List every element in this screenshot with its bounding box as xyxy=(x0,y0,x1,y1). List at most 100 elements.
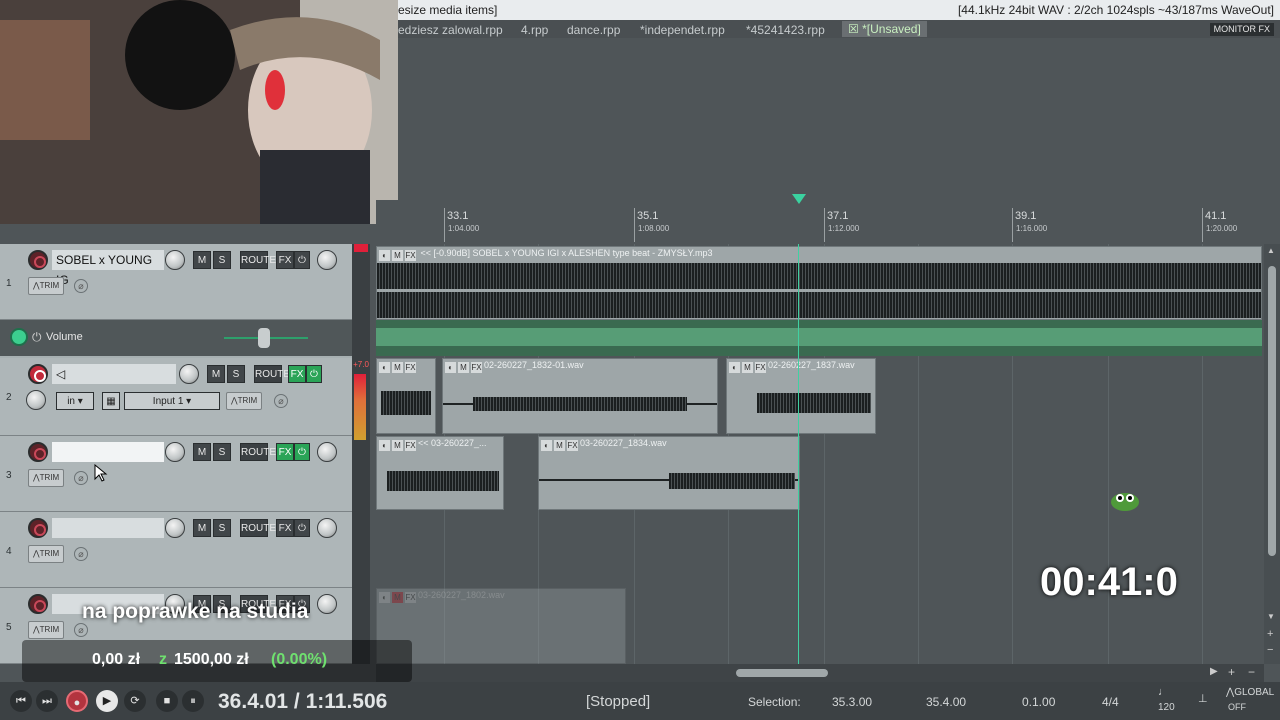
item-mute-icon[interactable]: M xyxy=(392,592,403,603)
solo-button[interactable]: S xyxy=(213,251,231,269)
volume-knob[interactable] xyxy=(165,518,185,538)
solo-button[interactable]: S xyxy=(213,519,231,537)
item-lock-icon[interactable]: ◐ xyxy=(729,362,740,373)
metronome-icon[interactable]: ♩ xyxy=(1158,686,1169,698)
vertical-scroll-thumb[interactable] xyxy=(1268,266,1276,556)
speaker-icon[interactable]: ◁ xyxy=(56,367,65,381)
track-name-field[interactable]: ◁ xyxy=(52,364,176,384)
phase-icon[interactable]: ⌀ xyxy=(74,471,88,485)
item-mute-icon[interactable]: M xyxy=(742,362,753,373)
automation-mode[interactable]: OFF xyxy=(1228,702,1246,712)
item-fx-icon[interactable]: FX xyxy=(471,362,482,373)
pan-knob[interactable] xyxy=(317,442,337,462)
pan-knob[interactable] xyxy=(317,250,337,270)
midi-input-icon[interactable]: ▦ xyxy=(102,392,120,410)
vertical-scrollbar[interactable]: ▲ ▼ + − xyxy=(1264,244,1280,664)
mute-button[interactable]: M xyxy=(193,251,211,269)
fx-button[interactable]: FX xyxy=(288,365,306,383)
media-item[interactable]: ◐ M FX 02-260227_1837.wav xyxy=(726,358,876,434)
track-4[interactable]: 4 M S ROUTE FX ⏻ ⋀TRIM ⌀ xyxy=(0,512,352,588)
stop-button[interactable]: ■ xyxy=(156,690,178,712)
tempo-lock-icon[interactable]: ⊥ xyxy=(1198,692,1208,705)
record-arm-button[interactable] xyxy=(28,250,48,270)
zoom-out-h-icon[interactable]: − xyxy=(1248,665,1255,679)
item-lock-icon[interactable]: ◐ xyxy=(379,440,390,451)
pan-knob[interactable] xyxy=(26,390,46,410)
fx-button[interactable]: FX xyxy=(276,251,294,269)
mute-button[interactable]: M xyxy=(193,519,211,537)
record-arm-button[interactable] xyxy=(28,518,48,538)
volume-knob[interactable] xyxy=(165,250,185,270)
solo-button[interactable]: S xyxy=(213,443,231,461)
fx-bypass-button[interactable]: ⏻ xyxy=(294,519,310,537)
track-name-field[interactable] xyxy=(52,442,164,462)
phase-icon[interactable]: ⌀ xyxy=(74,547,88,561)
tab-project-4[interactable]: *independet.rpp xyxy=(640,23,725,37)
tab-project-5[interactable]: *45241423.rpp xyxy=(746,23,825,37)
media-item[interactable]: ◐ M FX 02-260227_1832-01.wav xyxy=(442,358,718,434)
trim-button[interactable]: ⋀TRIM xyxy=(28,621,65,639)
item-lock-icon[interactable]: ◐ xyxy=(445,362,456,373)
item-fx-icon[interactable]: FX xyxy=(405,250,416,261)
pause-button[interactable]: ⏸ xyxy=(182,690,204,712)
item-fx-icon[interactable]: FX xyxy=(755,362,766,373)
horizontal-scrollbar[interactable]: ▶ + − xyxy=(376,664,1264,682)
item-lock-icon[interactable]: ◐ xyxy=(379,592,390,603)
media-item[interactable]: ◐ M FX 03-260227_1802.wav xyxy=(376,588,626,664)
selection-end[interactable]: 35.4.00 xyxy=(926,695,966,709)
item-mute-icon[interactable]: M xyxy=(458,362,469,373)
selection-start[interactable]: 35.3.00 xyxy=(832,695,872,709)
time-signature[interactable]: 4/4 xyxy=(1102,695,1119,709)
record-button[interactable]: ● xyxy=(66,690,88,712)
input-mode-dropdown[interactable]: in ▾ xyxy=(56,392,94,410)
fx-bypass-button[interactable]: ⏻ xyxy=(294,443,310,461)
repeat-icon[interactable]: ⟳ xyxy=(124,690,146,712)
route-button[interactable]: ROUTE xyxy=(240,443,276,461)
clip-indicator[interactable] xyxy=(354,244,368,252)
item-fx-icon[interactable]: FX xyxy=(567,440,578,451)
volume-knob[interactable] xyxy=(165,442,185,462)
track-3[interactable]: 3 M S ROUTE FX ⏻ ⋀TRIM ⌀ xyxy=(0,436,352,512)
track-1[interactable]: 1 SOBEL x YOUNG IG M S ROUTE FX ⏻ ⋀TRIM … xyxy=(0,244,352,320)
power-icon[interactable]: ⏻ xyxy=(32,330,42,345)
tempo-bpm[interactable]: 120 xyxy=(1158,702,1175,713)
tab-project-active[interactable]: ☒ *[Unsaved] xyxy=(842,21,927,37)
fx-bypass-button[interactable]: ⏻ xyxy=(306,365,322,383)
timeline-ruler[interactable]: 33.1 1:04.000 35.1 1:08.000 37.1 1:12.00… xyxy=(376,200,1264,242)
item-fx-icon[interactable]: FX xyxy=(405,362,416,373)
track-2[interactable]: 2 ◁ M S ROUTE FX ⏻ in ▾ ▦ Input 1 ▾ ⋀TRI… xyxy=(0,358,352,436)
item-mute-icon[interactable]: M xyxy=(392,440,403,451)
zoom-in-icon[interactable]: + xyxy=(1267,628,1273,640)
solo-button[interactable]: S xyxy=(227,365,245,383)
pan-knob[interactable] xyxy=(317,594,337,614)
play-button[interactable]: ▶ xyxy=(96,690,118,712)
record-arm-button[interactable] xyxy=(28,442,48,462)
record-arm-button[interactable] xyxy=(28,594,48,614)
phase-icon[interactable]: ⌀ xyxy=(274,394,288,408)
go-to-start-icon[interactable]: ⏮ xyxy=(10,690,32,712)
media-item[interactable]: ◐ M FX << 03-260227_... xyxy=(376,436,504,510)
trim-button[interactable]: ⋀TRIM xyxy=(28,545,65,563)
item-mute-icon[interactable]: M xyxy=(554,440,565,451)
route-button[interactable]: ROUTE xyxy=(254,365,290,383)
envelope-fader-thumb[interactable] xyxy=(258,328,270,348)
meter-peak-readout[interactable]: +7.0 xyxy=(352,360,370,372)
zoom-in-h-icon[interactable]: + xyxy=(1228,665,1235,679)
tab-project-1[interactable]: edziesz zalowal.rpp xyxy=(398,23,503,37)
item-lock-icon[interactable]: ◐ xyxy=(541,440,552,451)
go-to-end-icon[interactable]: ⏭ xyxy=(36,690,58,712)
close-icon[interactable]: ☒ xyxy=(848,22,862,36)
input-select-dropdown[interactable]: Input 1 ▾ xyxy=(124,392,220,410)
volume-envelope-band[interactable] xyxy=(376,320,1262,356)
play-small-icon[interactable]: ▶ xyxy=(1210,666,1218,677)
global-automation-button[interactable]: ⋀GLOBAL xyxy=(1226,687,1274,698)
scroll-down-icon[interactable]: ▼ xyxy=(1267,612,1275,621)
mute-button[interactable]: M xyxy=(193,443,211,461)
trim-button[interactable]: ⋀TRIM xyxy=(226,392,263,410)
horizontal-scroll-thumb[interactable] xyxy=(736,669,828,677)
tab-project-3[interactable]: dance.rpp xyxy=(567,23,620,37)
item-lock-icon[interactable]: ◐ xyxy=(379,250,390,261)
media-item[interactable]: ◐ M FX 03-260227_1834.wav xyxy=(538,436,800,510)
phase-icon[interactable]: ⌀ xyxy=(74,623,88,637)
pan-knob[interactable] xyxy=(317,518,337,538)
